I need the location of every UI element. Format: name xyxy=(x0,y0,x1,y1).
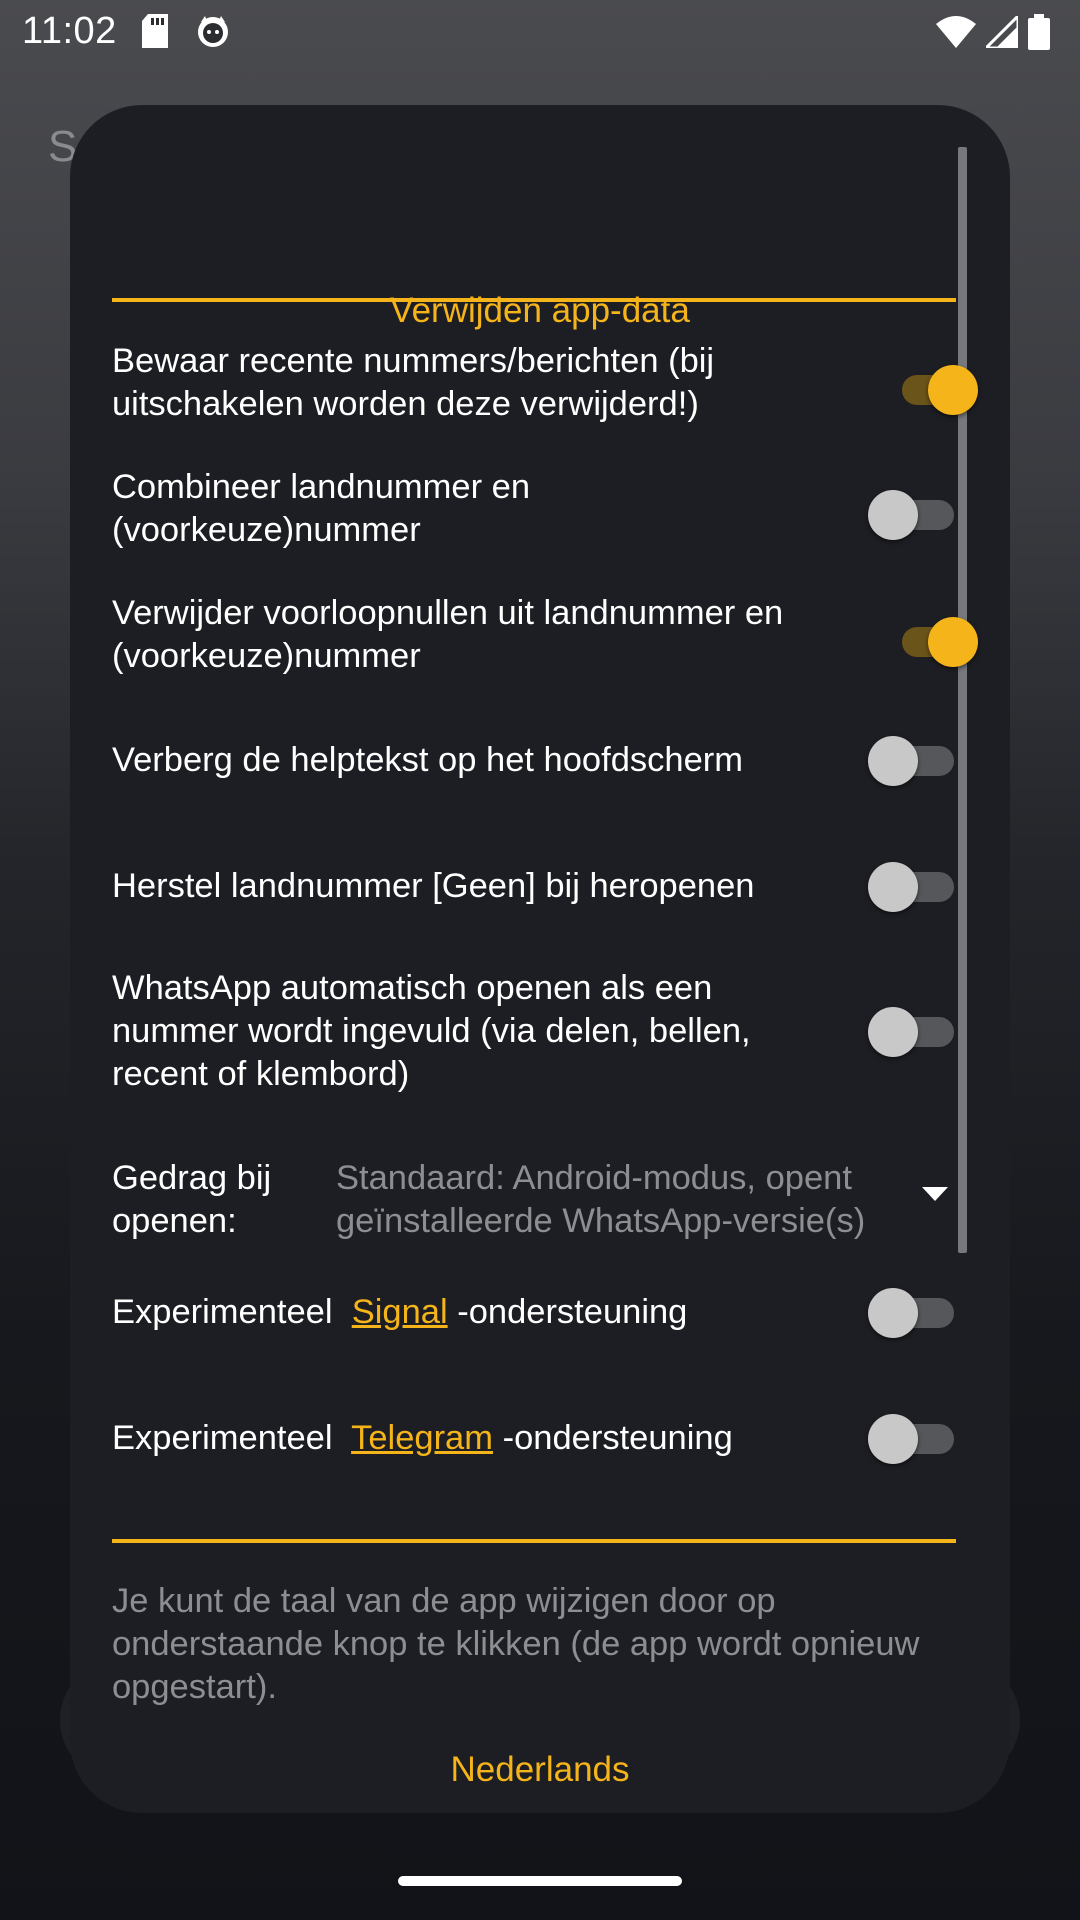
telegram-setting-label: Experimenteel Telegram -ondersteuning xyxy=(112,1417,832,1460)
remove-leading-zeros-switch[interactable] xyxy=(888,615,978,669)
signal-support-switch[interactable] xyxy=(868,1286,958,1340)
setting-remove-leading-zeros[interactable]: Verwijder voorloopnullen uit landnummer … xyxy=(112,592,978,692)
restore-country-code-switch[interactable] xyxy=(868,860,958,914)
scrollbar[interactable] xyxy=(958,147,967,1253)
status-time: 11:02 xyxy=(22,10,117,52)
gesture-nav-handle[interactable] xyxy=(398,1876,682,1886)
setting-telegram-support[interactable]: Experimenteel Telegram -ondersteuning xyxy=(112,1414,954,1477)
setting-label: Verwijder voorloopnullen uit landnummer … xyxy=(112,594,784,675)
setting-label: Verberg de helptekst op het hoofdscherm xyxy=(112,741,743,779)
setting-label: WhatsApp automatisch openen als een numm… xyxy=(112,969,751,1093)
cat-face-icon xyxy=(196,14,230,53)
title-divider xyxy=(112,298,956,302)
sd-card-icon xyxy=(140,14,170,53)
telegram-support-switch[interactable] xyxy=(868,1412,958,1466)
wifi-icon xyxy=(936,16,976,53)
dialog-title: Verwijden app-data xyxy=(390,291,690,330)
language-button[interactable]: Nederlands xyxy=(70,1750,1010,1790)
setting-signal-support[interactable]: Experimenteel Signal -ondersteuning xyxy=(112,1288,954,1351)
chevron-down-icon[interactable] xyxy=(922,1187,948,1201)
setting-label: Bewaar recente nummers/berichten (bij ui… xyxy=(112,342,715,423)
keep-recent-switch[interactable] xyxy=(888,363,978,417)
auto-open-whatsapp-switch[interactable] xyxy=(868,1005,958,1059)
settings-dialog: Verwijden app-data Bewaar recente nummer… xyxy=(70,105,1010,1813)
telegram-suffix: -ondersteuning xyxy=(502,1419,733,1457)
open-behavior-setting: Gedrag bij openen: Standaard: Android-mo… xyxy=(112,1157,948,1257)
status-bar: 11:02 xyxy=(0,0,1080,64)
language-divider xyxy=(112,1539,956,1543)
setting-restore-country-code[interactable]: Herstel landnummer [Geen] bij heropenen xyxy=(112,862,954,925)
setting-auto-open-whatsapp[interactable]: WhatsApp automatisch openen als een numm… xyxy=(112,967,954,1107)
setting-keep-recent[interactable]: Bewaar recente nummers/berichten (bij ui… xyxy=(112,340,978,440)
language-info-text: Je kunt de taal van de app wijzigen door… xyxy=(112,1582,920,1706)
signal-icon xyxy=(982,12,1020,53)
hide-help-text-switch[interactable] xyxy=(868,734,958,788)
setting-combine-numbers[interactable]: Combineer landnummer en (voorkeuze)numme… xyxy=(112,466,954,566)
setting-label: Combineer landnummer en (voorkeuze)numme… xyxy=(112,468,531,549)
signal-prefix: Experimenteel xyxy=(112,1293,333,1331)
telegram-prefix: Experimenteel xyxy=(112,1419,333,1457)
signal-suffix: -ondersteuning xyxy=(457,1293,688,1331)
open-behavior-label: Gedrag bij openen: xyxy=(112,1159,272,1240)
signal-link[interactable]: Signal xyxy=(352,1293,448,1331)
combine-numbers-switch[interactable] xyxy=(868,488,958,542)
battery-icon xyxy=(1028,14,1050,55)
telegram-link[interactable]: Telegram xyxy=(351,1419,493,1457)
open-behavior-dropdown[interactable]: Standaard: Android-modus, opent geïnstal… xyxy=(336,1157,916,1243)
signal-setting-label: Experimenteel Signal -ondersteuning xyxy=(112,1291,832,1334)
setting-hide-help-text[interactable]: Verberg de helptekst op het hoofdscherm xyxy=(112,736,954,799)
setting-label: Herstel landnummer [Geen] bij heropenen xyxy=(112,867,755,905)
